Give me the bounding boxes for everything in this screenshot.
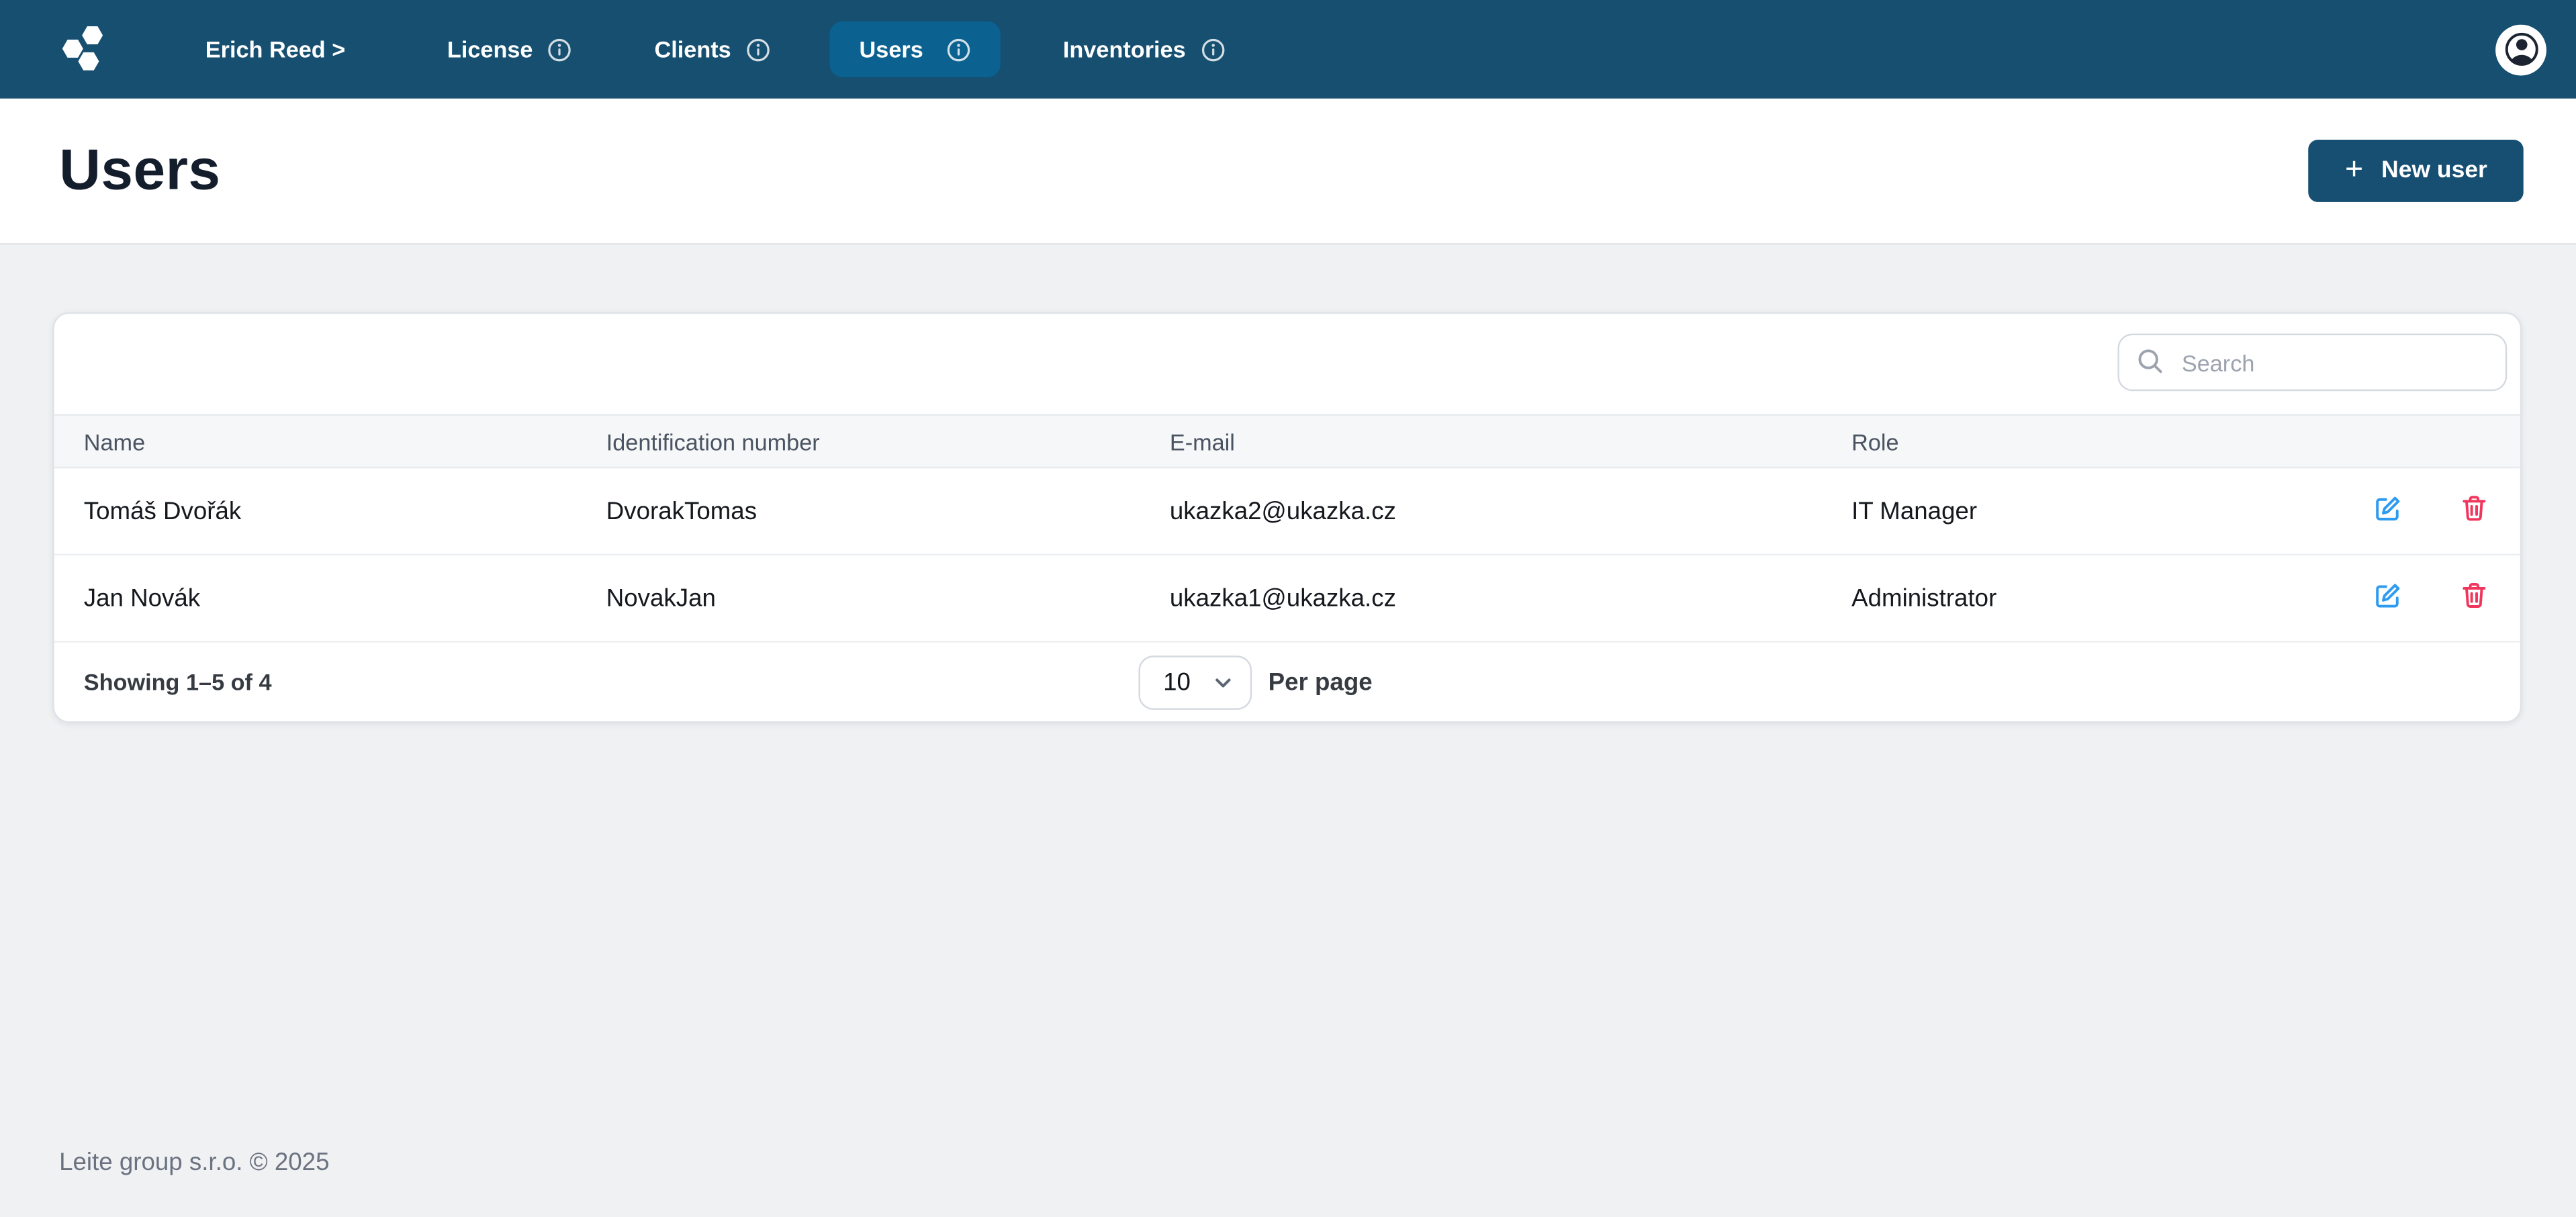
trash-icon <box>2461 494 2487 527</box>
cell-role: Administrator <box>1851 584 1997 613</box>
trash-icon <box>2461 582 2487 615</box>
users-table-card: Name Identification number E-mail Role T… <box>52 312 2522 723</box>
nav-item-inventories[interactable]: Inventories <box>1040 21 1248 77</box>
info-icon <box>548 37 573 62</box>
info-icon <box>1201 37 1226 62</box>
nav-item-label: License <box>447 36 533 62</box>
column-header-email: E-mail <box>1169 428 1235 455</box>
new-user-button[interactable]: + New user <box>2309 139 2524 202</box>
per-page-select[interactable]: 10 <box>1138 654 1252 709</box>
delete-user-button[interactable] <box>2458 578 2491 618</box>
person-icon <box>2501 30 2541 69</box>
top-navigation-bar: Erich Reed > License Clients Users Inven… <box>0 0 2576 99</box>
search-icon <box>2135 347 2165 384</box>
info-icon <box>746 37 771 62</box>
users-table: Name Identification number E-mail Role T… <box>54 414 2520 643</box>
table-body: Tomáš Dvořák DvorakTomas ukazka2@ukazka.… <box>54 468 2520 643</box>
delete-user-button[interactable] <box>2458 491 2491 531</box>
showing-count: Showing 1–5 of 4 <box>83 668 272 695</box>
edit-icon <box>2374 494 2402 527</box>
copyright-text: Leite group s.r.o. © 2025 <box>59 1148 330 1177</box>
user-avatar-button[interactable] <box>2495 24 2546 75</box>
search-input[interactable] <box>2117 333 2508 392</box>
edit-user-button[interactable] <box>2371 491 2405 531</box>
chevron-down-icon <box>1212 671 1234 692</box>
cell-name: Tomáš Dvořák <box>83 497 242 525</box>
nav-item-clients[interactable]: Clients <box>631 21 793 77</box>
column-header-name: Name <box>83 428 146 455</box>
edit-icon <box>2374 582 2402 615</box>
nav-item-label: Clients <box>654 36 731 62</box>
column-header-role: Role <box>1851 428 1899 455</box>
new-user-button-label: New user <box>2381 157 2487 184</box>
page-header: Users + New user <box>0 98 2576 245</box>
search-box <box>2117 333 2508 392</box>
cell-identification-number: NovakJan <box>606 584 716 613</box>
table-row: Tomáš Dvořák DvorakTomas ukazka2@ukazka.… <box>54 468 2520 555</box>
per-page-value: 10 <box>1163 668 1191 696</box>
cell-identification-number: DvorakTomas <box>606 497 757 525</box>
hexagon-logo[interactable] <box>58 21 113 77</box>
table-footer: Showing 1–5 of 4 10 Per page <box>54 643 2520 721</box>
plus-icon: + <box>2345 152 2364 187</box>
main-nav: License Clients Users Inventories <box>424 0 1285 99</box>
nav-item-users[interactable]: Users <box>829 21 1001 77</box>
nav-item-label: Users <box>859 36 923 62</box>
page-title: Users <box>59 138 221 202</box>
per-page-label: Per page <box>1268 668 1373 696</box>
table-toolbar <box>54 314 2520 414</box>
cell-role: IT Manager <box>1851 497 1978 525</box>
users-admin-page: Erich Reed > License Clients Users Inven… <box>0 0 2576 1217</box>
nav-item-license[interactable]: License <box>424 21 596 77</box>
column-header-identification: Identification number <box>606 428 820 455</box>
info-icon <box>946 37 971 62</box>
cell-name: Jan Novák <box>83 584 201 613</box>
account-menu[interactable]: Erich Reed > <box>205 36 345 62</box>
nav-item-label: Inventories <box>1062 36 1186 62</box>
table-row: Jan Novák NovakJan ukazka1@ukazka.cz Adm… <box>54 555 2520 643</box>
edit-user-button[interactable] <box>2371 578 2405 618</box>
cell-email: ukazka2@ukazka.cz <box>1169 497 1396 525</box>
cell-email: ukazka1@ukazka.cz <box>1169 584 1396 613</box>
table-header-row: Name Identification number E-mail Role <box>54 414 2520 469</box>
